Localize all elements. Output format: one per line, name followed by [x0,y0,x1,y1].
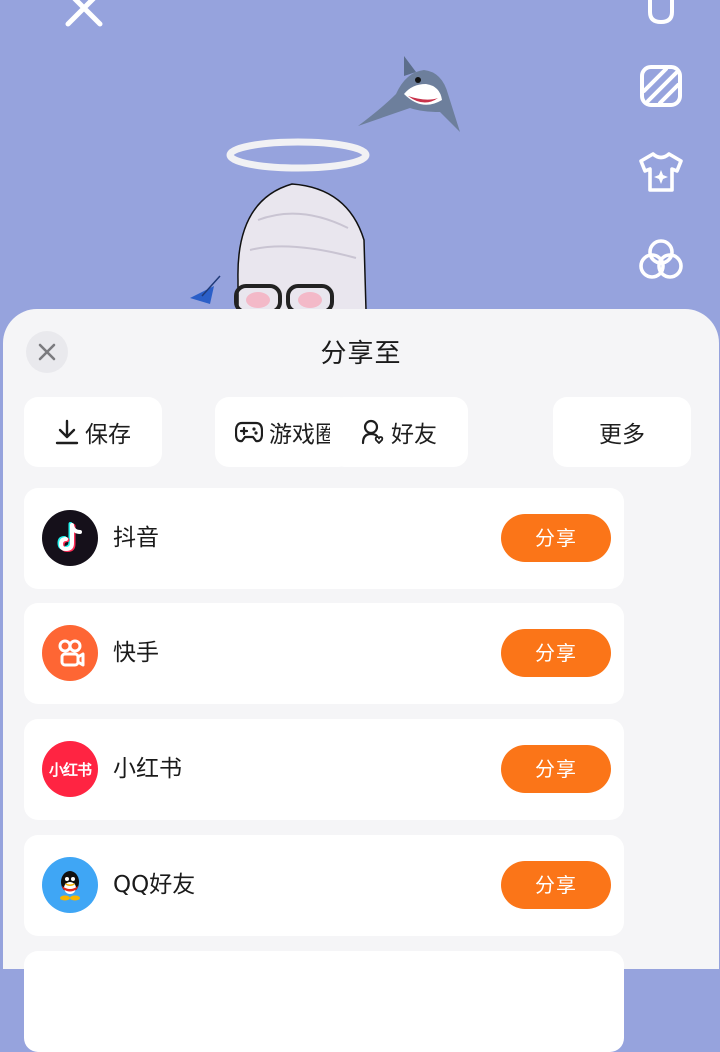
close-icon[interactable] [62,0,106,30]
qq-icon [42,857,98,913]
app-name-xiaohongshu: 小红书 [113,756,182,782]
sheet-title: 分享至 [320,339,402,369]
share-button-kuaishou[interactable]: 分享 [501,629,611,677]
xiaohongshu-logo-text: 小红书 [48,760,92,779]
clothing-sparkle-icon[interactable] [636,147,686,197]
share-row-douyin: 抖音 分享 [24,488,624,589]
xiaohongshu-icon: 小红书 [42,741,98,797]
share-row-xiaohongshu: 小红书 小红书 分享 [24,719,624,820]
share-button-douyin[interactable]: 分享 [501,514,611,562]
gamepad-icon [235,421,263,443]
avatar-scene [0,0,720,330]
share-sheet: 分享至 保存 游戏圈 好友 更多 抖音 分享 快手 分享 小红书 小红书 分享 … [3,309,719,1052]
filter-icon[interactable] [636,235,686,285]
share-row-kuaishou: 快手 分享 [24,603,624,704]
background-pattern-icon[interactable] [636,61,686,111]
halo [226,138,370,172]
share-row-partial [24,951,624,1052]
douyin-icon [42,510,98,566]
outfit-icon[interactable] [636,0,686,32]
friend-icon [361,419,384,445]
kuaishou-icon [42,625,98,681]
more-button[interactable]: 更多 [553,397,691,467]
app-name-qq: QQ好友 [113,872,196,898]
app-name-kuaishou: 快手 [113,640,159,666]
app-name-douyin: 抖音 [113,525,159,551]
avatar-character [190,183,367,314]
save-button[interactable]: 保存 [24,397,162,467]
download-icon [55,419,79,445]
friends-button[interactable]: 好友 [330,397,468,467]
shark-figure [358,56,460,132]
friends-label: 好友 [391,422,437,448]
share-button-xiaohongshu[interactable]: 分享 [501,745,611,793]
save-label: 保存 [85,422,131,448]
share-button-qq[interactable]: 分享 [501,861,611,909]
more-label: 更多 [599,422,645,448]
share-row-qq: QQ好友 分享 [24,835,624,936]
game-circle-label: 游戏圈 [269,422,338,448]
